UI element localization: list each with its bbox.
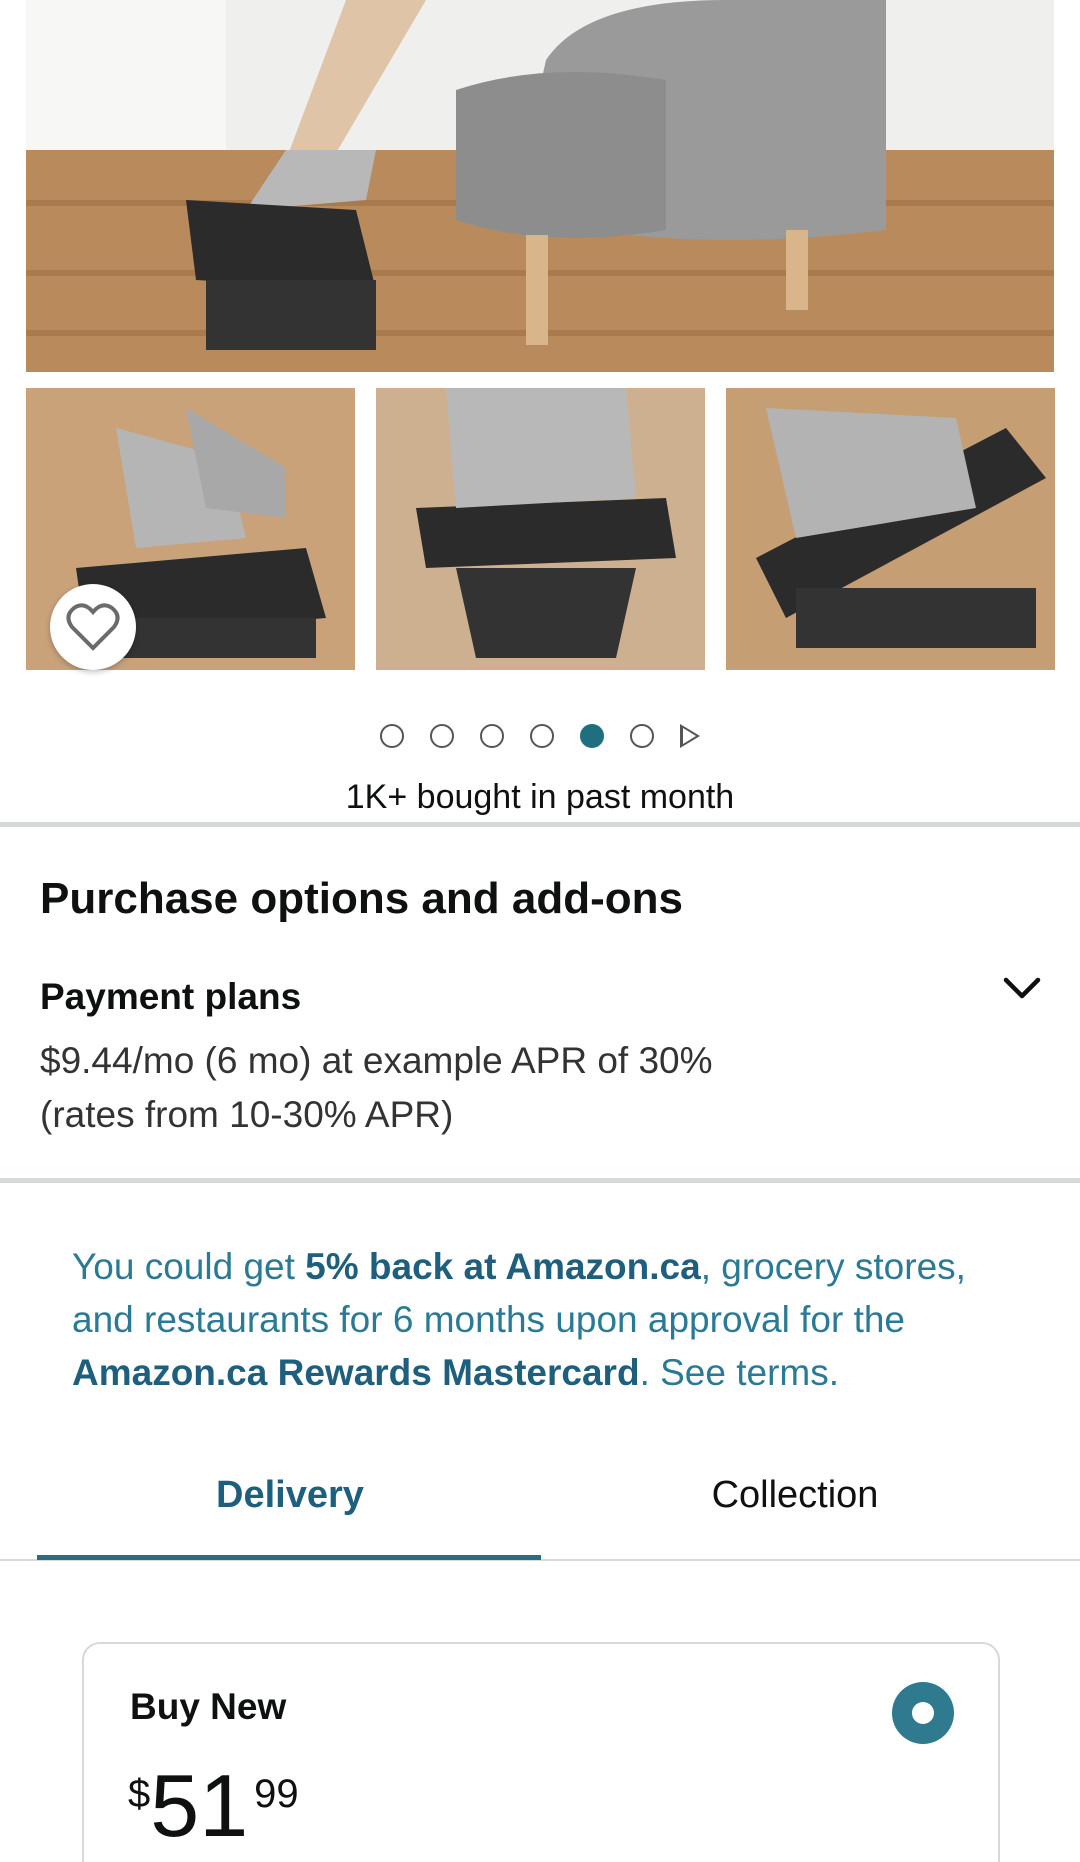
tab-active-indicator (37, 1555, 541, 1560)
payment-plans-title[interactable]: Payment plans (40, 976, 301, 1018)
rewards-card-promo[interactable]: You could get 5% back at Amazon.ca, groc… (72, 1240, 1012, 1399)
buy-new-title: Buy New (130, 1686, 287, 1727)
carousel-dot[interactable] (480, 724, 504, 748)
radio-selected-icon[interactable] (892, 1682, 954, 1744)
carousel-dot[interactable] (380, 724, 404, 748)
chevron-down-icon[interactable] (1002, 968, 1042, 1008)
play-video-icon[interactable] (680, 724, 700, 748)
bought-in-past-month: 1K+ bought in past month (345, 778, 735, 816)
section-divider (0, 1178, 1080, 1183)
price-currency-symbol: $ (128, 1772, 151, 1816)
buy-new-option-card[interactable]: Buy New $ 51 99 (82, 1642, 1000, 1862)
carousel-dot-active[interactable] (580, 724, 604, 748)
payment-plan-rate: $9.44/mo (6 mo) at example APR of 30% (40, 1040, 713, 1081)
section-divider (0, 822, 1080, 827)
purchase-options-title: Purchase options and add-ons (40, 874, 683, 923)
heart-icon (66, 603, 120, 651)
carousel-dot[interactable] (630, 724, 654, 748)
wishlist-heart-button[interactable] (50, 584, 136, 670)
carousel-dot[interactable] (430, 724, 454, 748)
carousel-dot[interactable] (530, 724, 554, 748)
product-thumbnail-3[interactable] (726, 388, 1055, 670)
tab-delivery[interactable]: Delivery (40, 1474, 540, 1517)
image-carousel-indicator (0, 724, 1080, 748)
buy-new-price: $ 51 99 (128, 1762, 299, 1850)
tab-collection[interactable]: Collection (545, 1474, 1045, 1517)
product-thumbnail-2[interactable] (376, 388, 705, 670)
price-fraction: 99 (254, 1772, 299, 1816)
price-whole: 51 (150, 1756, 249, 1855)
product-main-image[interactable] (26, 0, 1054, 372)
payment-plan-apr-range: (rates from 10-30% APR) (40, 1094, 454, 1135)
